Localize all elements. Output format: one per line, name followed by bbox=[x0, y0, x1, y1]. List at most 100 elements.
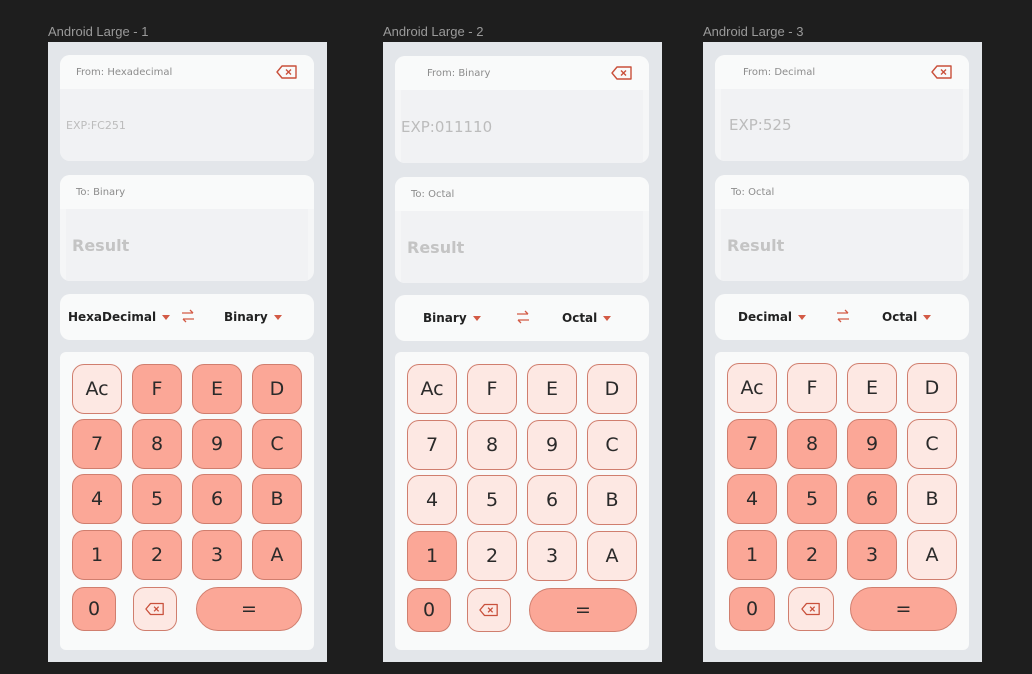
to-label: To: Binary bbox=[76, 186, 126, 198]
key-b[interactable]: B bbox=[907, 474, 957, 524]
key-e[interactable]: E bbox=[847, 363, 897, 413]
input-placeholder: EXP:011110 bbox=[401, 117, 493, 136]
keypad: Ac F E D 7 8 9 C 4 5 6 B 1 2 3 A 0 = bbox=[715, 352, 969, 650]
key-e[interactable]: E bbox=[527, 364, 577, 414]
key-5[interactable]: 5 bbox=[467, 475, 517, 525]
key-8[interactable]: 8 bbox=[132, 419, 182, 469]
key-3[interactable]: 3 bbox=[527, 531, 577, 581]
key-2[interactable]: 2 bbox=[132, 530, 182, 580]
input-area[interactable]: EXP:011110 bbox=[401, 90, 643, 163]
key-equals[interactable]: = bbox=[529, 588, 637, 632]
key-f[interactable]: F bbox=[787, 363, 837, 413]
dropdown-caret-icon bbox=[603, 315, 612, 321]
key-d[interactable]: D bbox=[587, 364, 637, 414]
result-area: Result bbox=[721, 209, 963, 281]
from-label: From: Hexadecimal bbox=[76, 66, 173, 78]
key-backspace[interactable] bbox=[788, 587, 834, 631]
key-ac[interactable]: Ac bbox=[407, 364, 457, 414]
key-a[interactable]: A bbox=[587, 531, 637, 581]
key-a[interactable]: A bbox=[252, 530, 302, 580]
key-0[interactable]: 0 bbox=[72, 587, 116, 631]
key-0[interactable]: 0 bbox=[407, 588, 451, 632]
clear-button[interactable] bbox=[931, 65, 953, 79]
keypad: Ac F E D 7 8 9 C 4 5 6 B 1 2 3 A 0 = bbox=[395, 352, 649, 650]
key-e[interactable]: E bbox=[192, 364, 242, 414]
key-6[interactable]: 6 bbox=[847, 474, 897, 524]
key-c[interactable]: C bbox=[252, 419, 302, 469]
result-area: Result bbox=[66, 209, 308, 281]
from-base-dropdown[interactable]: Decimal bbox=[738, 294, 807, 340]
key-d[interactable]: D bbox=[252, 364, 302, 414]
key-1[interactable]: 1 bbox=[72, 530, 122, 580]
key-7[interactable]: 7 bbox=[407, 420, 457, 470]
key-9[interactable]: 9 bbox=[527, 420, 577, 470]
key-f[interactable]: F bbox=[467, 364, 517, 414]
input-area[interactable]: EXP:525 bbox=[721, 89, 963, 161]
key-b[interactable]: B bbox=[252, 474, 302, 524]
keypad: Ac F E D 7 8 9 C 4 5 6 B 1 2 3 A 0 = bbox=[60, 352, 314, 650]
swap-icon[interactable] bbox=[180, 308, 196, 324]
key-4[interactable]: 4 bbox=[407, 475, 457, 525]
key-5[interactable]: 5 bbox=[787, 474, 837, 524]
key-d[interactable]: D bbox=[907, 363, 957, 413]
to-card-header: To: Octal bbox=[395, 177, 649, 211]
dropdown-caret-icon bbox=[923, 314, 932, 320]
key-7[interactable]: 7 bbox=[72, 419, 122, 469]
key-9[interactable]: 9 bbox=[847, 419, 897, 469]
key-5[interactable]: 5 bbox=[132, 474, 182, 524]
swap-icon[interactable] bbox=[835, 308, 851, 324]
key-2[interactable]: 2 bbox=[467, 531, 517, 581]
key-equals[interactable]: = bbox=[850, 587, 957, 631]
clear-button[interactable] bbox=[611, 66, 633, 80]
key-6[interactable]: 6 bbox=[192, 474, 242, 524]
key-4[interactable]: 4 bbox=[72, 474, 122, 524]
key-1[interactable]: 1 bbox=[727, 530, 777, 580]
key-a[interactable]: A bbox=[907, 530, 957, 580]
key-7[interactable]: 7 bbox=[727, 419, 777, 469]
base-select-bar: Decimal Octal bbox=[715, 294, 969, 340]
input-area[interactable]: EXP:FC251 bbox=[60, 89, 314, 161]
to-card: To: Binary Result bbox=[60, 175, 314, 281]
dropdown-caret-icon bbox=[162, 314, 171, 320]
dropdown-caret-icon bbox=[273, 314, 282, 320]
clear-button[interactable] bbox=[276, 65, 298, 79]
key-8[interactable]: 8 bbox=[787, 419, 837, 469]
to-base-value: Octal bbox=[882, 310, 918, 324]
key-backspace[interactable] bbox=[467, 588, 511, 632]
key-c[interactable]: C bbox=[907, 419, 957, 469]
key-equals[interactable]: = bbox=[196, 587, 302, 631]
to-label: To: Octal bbox=[731, 186, 775, 198]
key-1[interactable]: 1 bbox=[407, 531, 457, 581]
key-0[interactable]: 0 bbox=[729, 587, 775, 631]
key-2[interactable]: 2 bbox=[787, 530, 837, 580]
swap-icon[interactable] bbox=[515, 309, 531, 325]
backspace-icon bbox=[931, 65, 952, 79]
key-8[interactable]: 8 bbox=[467, 420, 517, 470]
key-f[interactable]: F bbox=[132, 364, 182, 414]
key-ac[interactable]: Ac bbox=[727, 363, 777, 413]
key-6[interactable]: 6 bbox=[527, 475, 577, 525]
base-select-bar: Binary Octal bbox=[395, 295, 649, 341]
key-3[interactable]: 3 bbox=[192, 530, 242, 580]
result-placeholder: Result bbox=[72, 235, 130, 255]
key-4[interactable]: 4 bbox=[727, 474, 777, 524]
to-base-dropdown[interactable]: Binary bbox=[224, 294, 282, 340]
result-area: Result bbox=[401, 211, 643, 283]
from-label: From: Binary bbox=[427, 67, 491, 79]
input-placeholder: EXP:FC251 bbox=[66, 118, 126, 132]
key-b[interactable]: B bbox=[587, 475, 637, 525]
to-base-dropdown[interactable]: Octal bbox=[882, 294, 932, 340]
key-c[interactable]: C bbox=[587, 420, 637, 470]
key-ac[interactable]: Ac bbox=[72, 364, 122, 414]
key-9[interactable]: 9 bbox=[192, 419, 242, 469]
from-base-dropdown[interactable]: HexaDecimal bbox=[68, 294, 171, 340]
key-3[interactable]: 3 bbox=[847, 530, 897, 580]
phone-frame-hex-to-binary: From: Hexadecimal EXP:FC251 To: Binary R… bbox=[48, 42, 327, 662]
result-placeholder: Result bbox=[727, 235, 785, 255]
to-base-dropdown[interactable]: Octal bbox=[562, 295, 612, 341]
frame-label: Android Large - 1 bbox=[48, 24, 149, 39]
from-card-header: From: Decimal bbox=[715, 55, 969, 89]
input-placeholder: EXP:525 bbox=[729, 116, 792, 134]
key-backspace[interactable] bbox=[133, 587, 177, 631]
from-base-dropdown[interactable]: Binary bbox=[423, 295, 481, 341]
